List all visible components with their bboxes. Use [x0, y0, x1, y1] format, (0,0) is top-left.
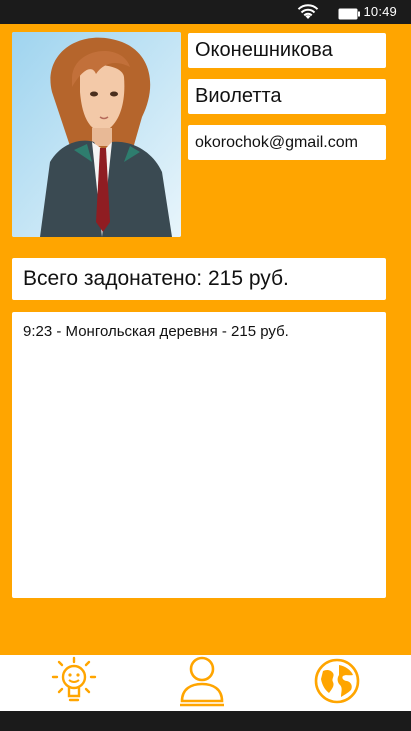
- first-name-value: Виолетта: [195, 85, 282, 107]
- battery-icon: [338, 7, 360, 25]
- system-navigation-bar: [0, 711, 411, 731]
- bottom-navigation: [0, 655, 411, 711]
- globe-icon: [313, 657, 361, 710]
- wifi-icon: [296, 3, 320, 26]
- nav-ideas-button[interactable]: [48, 656, 100, 711]
- first-name-field[interactable]: Виолетта: [188, 79, 386, 114]
- lightbulb-icon: [50, 656, 98, 711]
- email-field[interactable]: okorochok@gmail.com: [188, 125, 386, 160]
- profile-avatar[interactable]: [12, 32, 181, 237]
- status-bar: 10:49: [0, 0, 411, 24]
- last-name-field[interactable]: Оконешникова: [188, 33, 386, 68]
- status-time: 10:49: [363, 4, 397, 19]
- nav-profile-button[interactable]: [176, 655, 228, 712]
- total-donations-card: Всего задонатено: 215 руб.: [12, 258, 386, 300]
- total-donations-text: Всего задонатено: 215 руб.: [23, 267, 289, 290]
- email-value: okorochok@gmail.com: [195, 133, 358, 151]
- donation-history-list[interactable]: 9:23 - Монгольская деревня - 215 руб.: [12, 312, 386, 598]
- list-item[interactable]: 9:23 - Монгольская деревня - 215 руб.: [23, 322, 375, 342]
- nav-world-button[interactable]: [311, 657, 363, 709]
- user-icon: [177, 655, 227, 712]
- last-name-value: Оконешникова: [195, 39, 333, 61]
